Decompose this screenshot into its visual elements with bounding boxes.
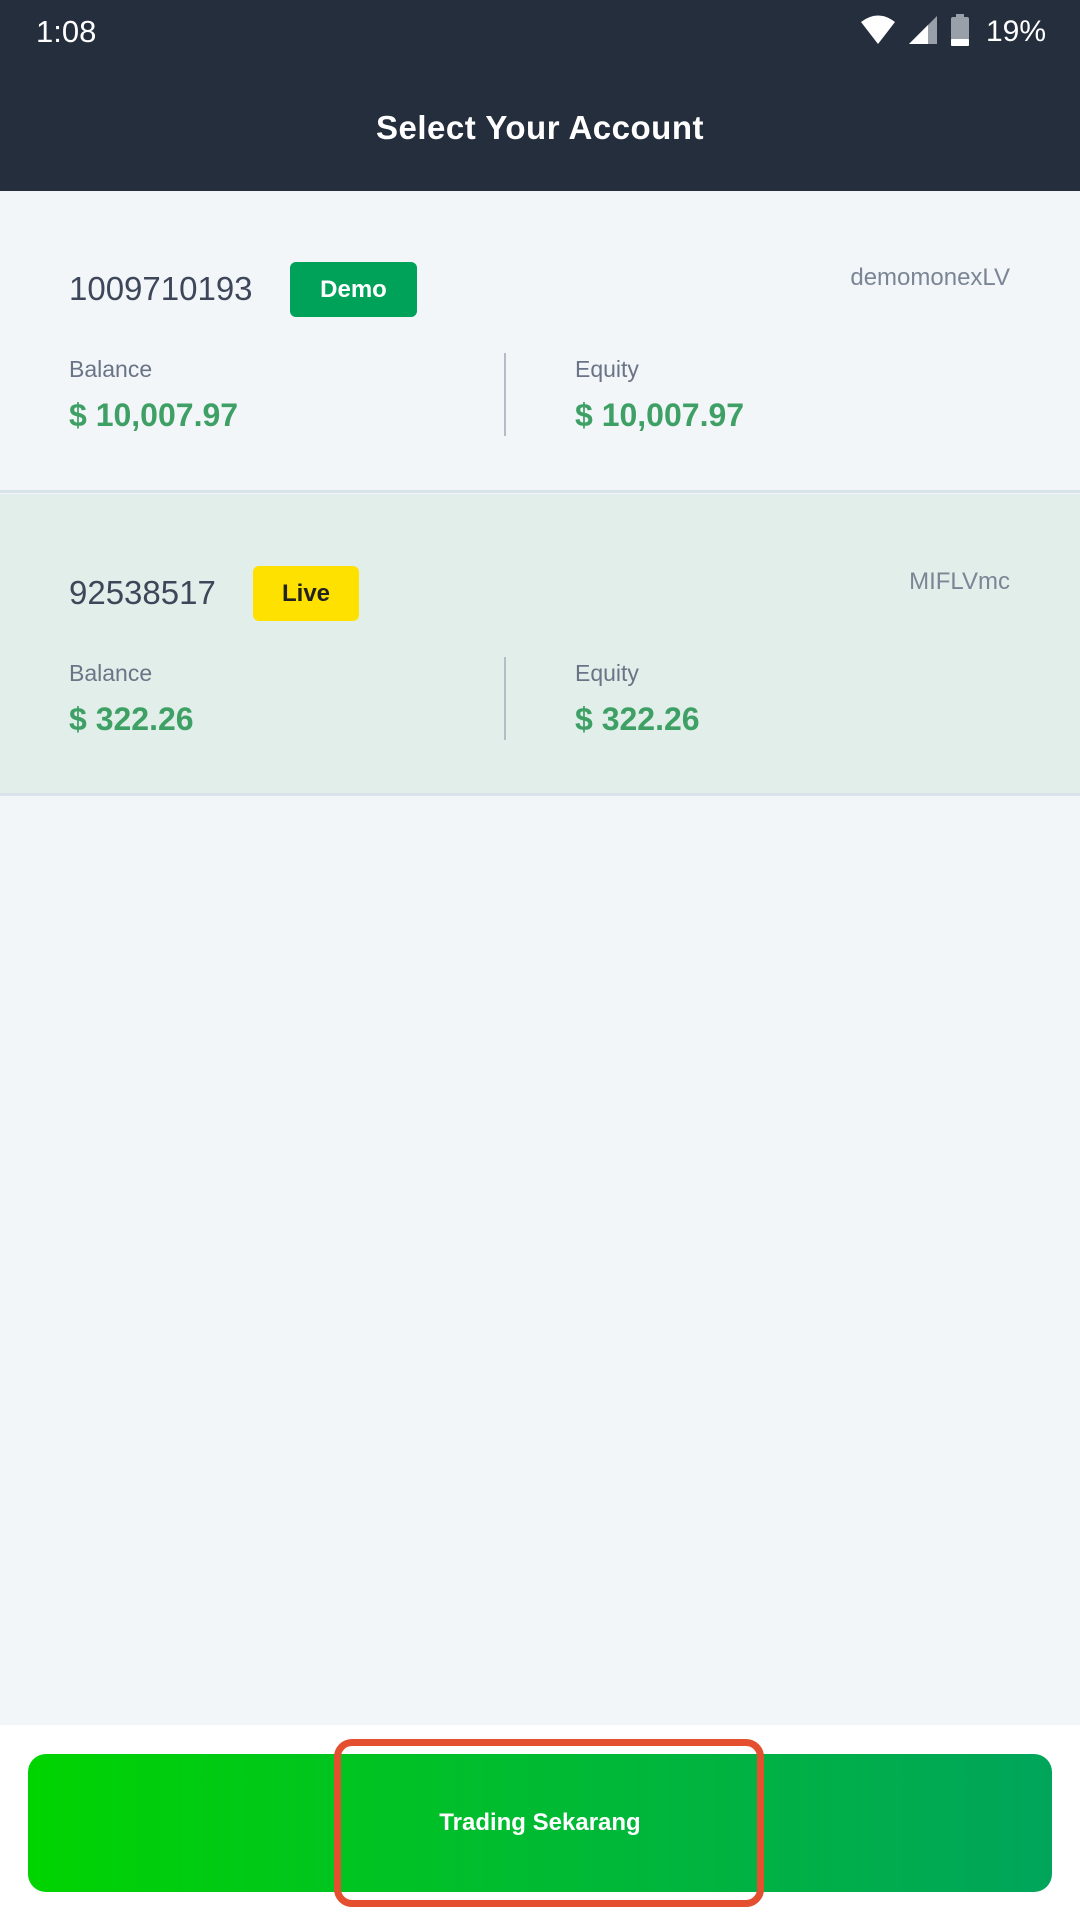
balance-value: $ 322.26 (69, 701, 194, 737)
equity-value: $ 10,007.97 (575, 397, 745, 433)
bottom-action-bar: Trading Sekarang (0, 1725, 1080, 1920)
account-card-demo[interactable]: 1009710193 Demo demomonexLV Balance $ 10… (0, 191, 1080, 493)
account-number: 92538517 (69, 574, 216, 611)
page-title: Select Your Account (376, 108, 704, 146)
status-icons: 19% (860, 12, 1046, 52)
account-number: 1009710193 (69, 270, 253, 307)
account-type-badge: Demo (290, 262, 417, 317)
account-type-badge: Live (253, 566, 359, 621)
cellular-signal-icon (908, 15, 938, 50)
wifi-icon (860, 15, 896, 50)
equity-label: Equity (575, 660, 639, 686)
metric-divider (504, 353, 506, 436)
account-server: MIFLVmc (909, 568, 1010, 595)
status-time: 1:08 (36, 14, 97, 49)
account-server: demomonexLV (850, 264, 1010, 291)
trading-sekarang-button[interactable]: Trading Sekarang (28, 1754, 1052, 1892)
equity-value: $ 322.26 (575, 701, 700, 737)
metric-divider (504, 657, 506, 740)
battery-icon (950, 13, 970, 51)
status-bar: 1:08 19% (0, 0, 1080, 64)
battery-percent: 19% (985, 15, 1046, 48)
balance-label: Balance (69, 660, 153, 686)
balance-label: Balance (69, 356, 153, 382)
balance-value: $ 10,007.97 (69, 397, 239, 433)
equity-label: Equity (575, 356, 639, 382)
app-header: Select Your Account (0, 64, 1080, 191)
account-card-live[interactable]: 92538517 Live MIFLVmc Balance $ 322.26 E… (0, 494, 1080, 796)
